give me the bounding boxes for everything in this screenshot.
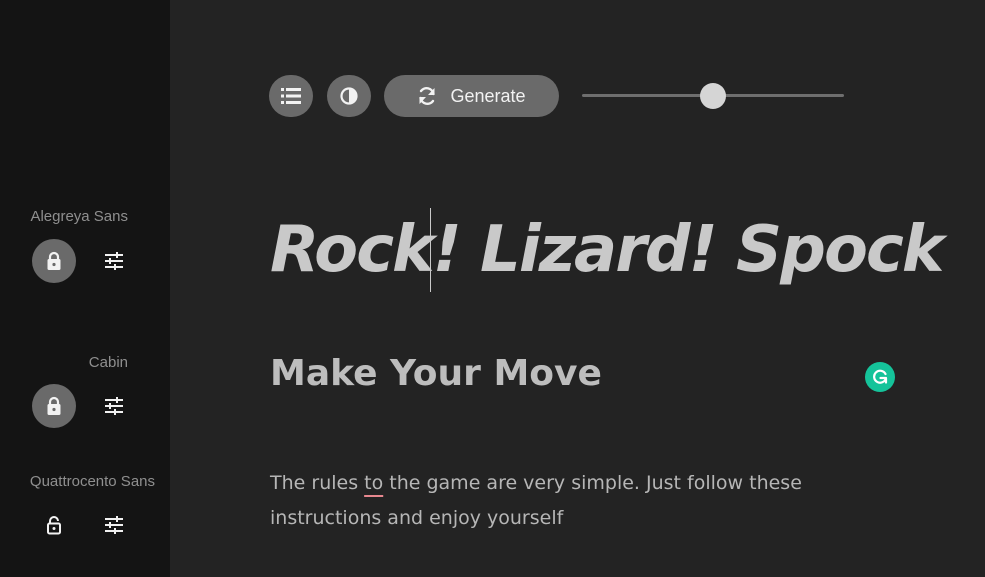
font-name-label: Cabin [88, 354, 128, 371]
text-cursor [430, 208, 431, 292]
font-settings-button[interactable] [103, 395, 125, 417]
lock-icon [47, 251, 61, 270]
font-settings-button[interactable] [103, 514, 125, 536]
grammarly-button[interactable] [865, 362, 895, 392]
lock-icon [47, 396, 61, 415]
contrast-icon [340, 87, 358, 105]
generate-button[interactable]: Generate [384, 75, 559, 117]
tune-icon [105, 516, 123, 534]
refresh-icon [419, 87, 436, 105]
list-icon [281, 88, 301, 104]
size-slider[interactable] [582, 74, 844, 118]
spelling-flagged-word[interactable]: to [364, 472, 383, 494]
lock-toggle-button[interactable] [32, 239, 76, 283]
font-name-label: Alegreya Sans [30, 208, 128, 225]
grammarly-icon [873, 369, 888, 384]
lock-toggle-button[interactable] [32, 384, 76, 428]
main-content: Generate Rock! Lizard! Spock Make Your M… [170, 0, 985, 577]
headline-text[interactable]: Rock! Lizard! Spock [270, 202, 970, 298]
app: Alegreya Sans Cabin Quattrocento Sans Ge… [0, 0, 985, 577]
lock-open-icon [47, 516, 61, 535]
toolbar: Generate [170, 74, 985, 118]
theme-toggle-button[interactable] [327, 75, 371, 117]
font-name-label: Quattrocento Sans [29, 473, 155, 490]
generate-label: Generate [450, 85, 526, 106]
tune-icon [105, 397, 123, 415]
lock-toggle-button[interactable] [32, 503, 76, 547]
paragraph-text: The rules [270, 472, 365, 494]
list-view-button[interactable] [269, 75, 313, 117]
subheading-text[interactable]: Make Your Move [270, 350, 602, 398]
sidebar: Alegreya Sans Cabin Quattrocento Sans [0, 0, 170, 577]
slider-thumb[interactable] [700, 83, 726, 109]
tune-icon [105, 252, 123, 270]
font-settings-button[interactable] [103, 250, 125, 272]
body-paragraph[interactable]: The rules to the game are very simple. J… [270, 466, 830, 536]
